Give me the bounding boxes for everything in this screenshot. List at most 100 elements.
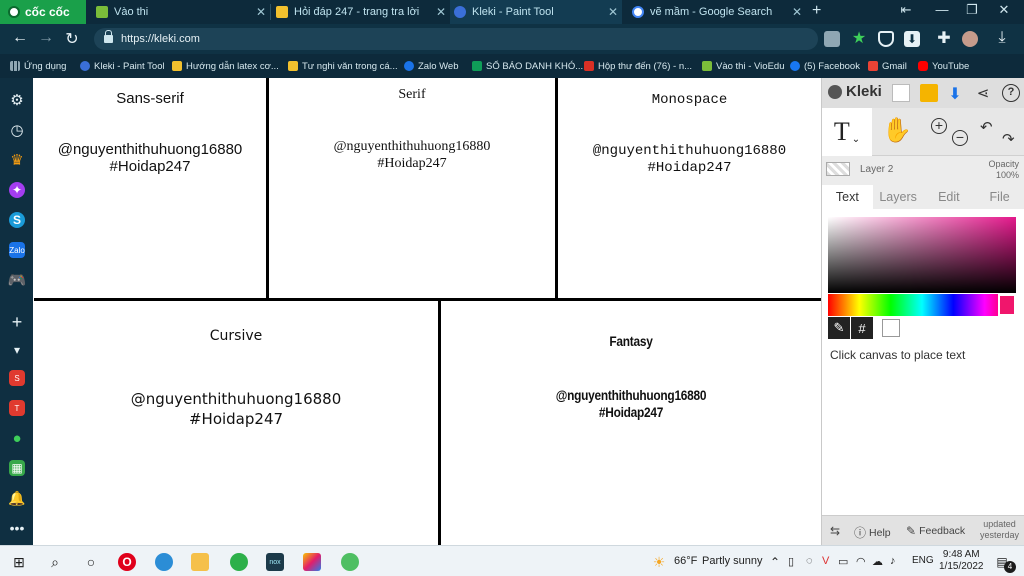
color-saturation-picker[interactable]: [828, 217, 1016, 293]
bookmark-facebook[interactable]: (5) Facebook: [790, 54, 860, 78]
secondary-color-swatch[interactable]: [882, 319, 900, 337]
help-question-icon[interactable]: ?: [1002, 84, 1020, 102]
skype-icon[interactable]: S: [9, 212, 25, 228]
text-tool-button[interactable]: T ⌄: [822, 108, 872, 156]
active-layer-row[interactable]: Layer 2 Opacity 100%: [822, 157, 1024, 185]
zalo-icon[interactable]: Zalo: [9, 242, 25, 258]
bookmark-inbox[interactable]: Hộp thư đến (76) - n...: [584, 54, 692, 78]
tab-close-icon[interactable]: ✕: [432, 5, 446, 19]
redo-icon[interactable]: ↷: [1002, 130, 1015, 148]
nox-icon[interactable]: nox: [266, 553, 284, 571]
back-arrow-icon[interactable]: ←: [10, 29, 30, 47]
hue-slider-handle[interactable]: [998, 294, 1016, 316]
address-bar[interactable]: https://kleki.com: [94, 28, 818, 50]
tray-battery-icon[interactable]: ▭: [838, 555, 848, 568]
bookmark-tu-nghi-van[interactable]: Tư nghi văn trong cá...: [288, 54, 398, 78]
opera-icon[interactable]: O: [118, 553, 136, 571]
map-pin-icon[interactable]: ●: [9, 430, 25, 447]
eyedropper-icon[interactable]: ✎: [828, 317, 850, 339]
tab-hoidap247[interactable]: Hỏi đáp 247 - trang tra lời ✕: [276, 0, 446, 24]
shopee-icon[interactable]: S: [9, 370, 25, 386]
bookmark-kleki[interactable]: Kleki - Paint Tool: [80, 54, 165, 78]
gamepad-icon[interactable]: 🎮: [8, 272, 27, 289]
tray-cloud-icon[interactable]: ☁: [872, 555, 883, 568]
collapse-chevron-icon[interactable]: ▾: [9, 342, 25, 358]
bookmark-apps[interactable]: Ứng dụng: [10, 54, 66, 78]
bookmark-youtube[interactable]: YouTube: [918, 54, 969, 78]
kleki-logo[interactable]: Kleki: [828, 83, 882, 100]
swap-panel-icon[interactable]: ⇆: [830, 524, 843, 538]
downloads-arrow-icon[interactable]: ⤓: [992, 29, 1012, 47]
bookmark-latex-guide[interactable]: Hướng dẫn latex cơ...: [172, 54, 279, 78]
coccoc-menu-button[interactable]: cốc cốc: [0, 0, 86, 24]
paint3d-icon[interactable]: [303, 553, 321, 571]
share-icon[interactable]: ⋖: [974, 84, 992, 102]
extensions-puzzle-icon[interactable]: ✚: [934, 28, 954, 48]
windows-start-icon[interactable]: ⊞: [10, 553, 28, 571]
open-folder-icon[interactable]: [920, 84, 938, 102]
tab-google-search[interactable]: vẽ mầm - Google Search ✕: [632, 0, 802, 24]
new-image-icon[interactable]: [892, 84, 910, 102]
hex-input-button[interactable]: #: [851, 317, 873, 339]
hand-tool-icon[interactable]: ✋: [882, 116, 912, 145]
system-clock[interactable]: 9:48 AM 1/15/2022: [939, 549, 984, 573]
tab-vao-thi[interactable]: Vào thi ✕: [96, 0, 266, 24]
add-sidebar-plus-icon[interactable]: +: [9, 312, 25, 332]
bell-icon[interactable]: 🔔: [8, 490, 25, 506]
feedback-button[interactable]: ✎ Feedback: [906, 524, 965, 538]
bookmark-star-icon[interactable]: ★: [849, 28, 869, 48]
messenger-icon[interactable]: ✦: [9, 182, 25, 198]
tab-close-icon[interactable]: ✕: [792, 5, 802, 19]
tab-text[interactable]: Text: [822, 185, 873, 209]
undo-icon[interactable]: ↶: [980, 118, 993, 136]
weather-sun-icon[interactable]: ☀: [650, 553, 668, 571]
weather-temp[interactable]: 66°F: [674, 555, 697, 567]
bookmark-gmail[interactable]: Gmail: [868, 54, 907, 78]
file-explorer-icon[interactable]: [191, 553, 209, 571]
more-dots-icon[interactable]: •••: [9, 520, 25, 536]
spreadsheet-icon[interactable]: ▦: [9, 460, 25, 476]
zoom-out-icon[interactable]: −: [952, 130, 968, 146]
tab-layers[interactable]: Layers: [873, 185, 924, 209]
tab-close-icon[interactable]: ✕: [256, 5, 266, 19]
profile-avatar[interactable]: [962, 31, 978, 47]
forward-arrow-icon[interactable]: →: [36, 29, 56, 47]
tab-file[interactable]: File: [974, 185, 1024, 209]
history-clock-icon[interactable]: ◷: [9, 122, 25, 139]
zoom-in-icon[interactable]: +: [931, 118, 947, 134]
tray-chevron-icon[interactable]: ⌃: [770, 555, 780, 569]
tray-volume-icon[interactable]: ♪: [890, 555, 896, 567]
close-window-icon[interactable]: ✕: [992, 2, 1016, 18]
bookmark-so-bao-danh[interactable]: SỔ BÁO DANH KHÓ...: [472, 54, 583, 78]
download-icon[interactable]: ⬇: [904, 31, 920, 47]
tiki-icon[interactable]: T: [9, 400, 25, 416]
settings-gear-icon[interactable]: ⚙: [9, 92, 25, 109]
translate-icon[interactable]: [824, 31, 840, 47]
shield-icon[interactable]: [878, 31, 894, 47]
task-view-icon[interactable]: ○: [82, 553, 100, 571]
drawing-canvas[interactable]: Sans-serif @nguyenthithuhuong16880 #Hoid…: [34, 78, 821, 545]
tab-search-icon[interactable]: ⇤: [894, 2, 918, 18]
help-button[interactable]: ⓘ Help: [854, 524, 891, 541]
crown-icon[interactable]: ♛: [9, 152, 25, 169]
save-download-icon[interactable]: ⬇: [946, 84, 964, 103]
reload-icon[interactable]: ↻: [62, 29, 82, 49]
tray-device-icon[interactable]: ▯: [788, 555, 794, 568]
tab-edit[interactable]: Edit: [924, 185, 975, 209]
bookmark-vioedu[interactable]: Vào thi - VioEdu: [702, 54, 784, 78]
restore-icon[interactable]: ❐: [960, 2, 984, 18]
edge-icon[interactable]: [155, 553, 173, 571]
tray-wifi-icon[interactable]: ◠: [856, 555, 866, 568]
input-language[interactable]: ENG: [912, 555, 934, 566]
bookmark-zalo[interactable]: Zalo Web: [404, 54, 458, 78]
hue-slider[interactable]: [828, 294, 1016, 316]
tray-network-icon[interactable]: ◌: [806, 555, 813, 567]
minimize-icon[interactable]: —: [930, 2, 954, 17]
new-tab-plus-icon[interactable]: +: [812, 2, 821, 20]
weather-desc[interactable]: Partly sunny: [702, 555, 763, 567]
coccoc-second-icon[interactable]: [341, 553, 359, 571]
tab-close-icon[interactable]: ✕: [608, 5, 618, 19]
tray-vietkey-icon[interactable]: V: [822, 555, 829, 567]
search-icon[interactable]: ⌕: [46, 553, 64, 571]
tab-kleki-active[interactable]: Kleki - Paint Tool ✕: [450, 0, 622, 24]
